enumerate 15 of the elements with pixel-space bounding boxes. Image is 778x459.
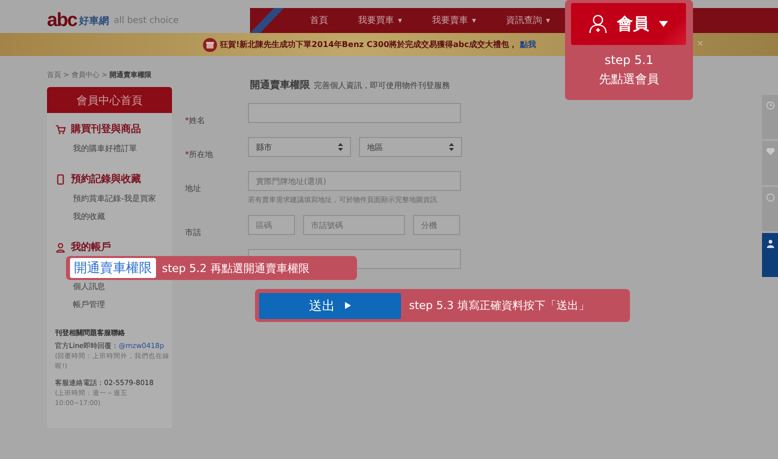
field-label: *所在地 [185,150,213,159]
section-title: 我的帳戶 [71,240,111,254]
form-subtitle: 完善個人資訊，即可使用物件刊登服務 [314,80,450,91]
step-text: step 5.3 填寫正確資料按下「送出」 [409,298,590,313]
banner-text: 狂賀!新北陳先生成功下單2014年Benz C300將於完成交易獲得abc成交大禮包， [220,39,518,50]
step-text: step 5.2 再點選開通賣車權限 [162,260,310,276]
field-label: *姓名 [185,116,205,125]
step-text: step 5.1 先點選會員 [598,52,660,88]
field-label: 地址 [185,184,201,193]
logo-brand: 好車網 [78,14,109,28]
form-title: 開通賣車權限 [250,78,310,92]
section-title: 購買刊登與商品 [71,122,141,136]
section-title: 預約記錄與收藏 [71,172,141,186]
field-label: 市話 [185,228,201,237]
logo-tagline: all best choice [114,16,179,26]
